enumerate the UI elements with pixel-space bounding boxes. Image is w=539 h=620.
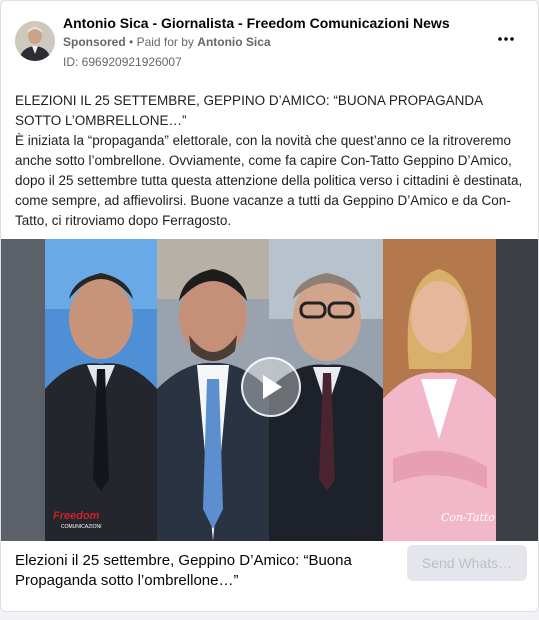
more-options-button[interactable]: [492, 27, 520, 51]
ad-id: ID: 696920921926007: [63, 55, 182, 69]
freedom-watermark-sub: COMUNICAZIONI: [61, 524, 102, 530]
sponsored-label: Sponsored: [63, 35, 126, 49]
contatto-watermark: Con-Tatto: [441, 511, 495, 524]
more-horizontal-icon: [498, 37, 514, 41]
separator: •: [129, 35, 134, 49]
paid-for-name[interactable]: Antonio Sica: [197, 35, 270, 49]
page-name[interactable]: Antonio Sica - Giornalista - Freedom Com…: [63, 15, 450, 31]
sponsor-line: Sponsored • Paid for by Antonio Sica: [63, 35, 271, 49]
paid-for-label: Paid for by: [136, 35, 194, 49]
ad-card: Antonio Sica - Giornalista - Freedom Com…: [0, 0, 539, 612]
play-button[interactable]: [241, 357, 301, 417]
post-text: ELEZIONI IL 25 SETTEMBRE, GEPPINO D’AMIC…: [15, 91, 527, 231]
post-title-line: ELEZIONI IL 25 SETTEMBRE, GEPPINO D’AMIC…: [15, 93, 483, 128]
post-body: È iniziata la “propaganda” elettorale, c…: [15, 133, 523, 228]
avatar[interactable]: [15, 21, 55, 61]
play-icon: [263, 375, 282, 399]
link-footer: Elezioni il 25 settembre, Geppino D’Amic…: [1, 541, 538, 611]
post-header: Antonio Sica - Giornalista - Freedom Com…: [1, 1, 538, 77]
send-whatsapp-button[interactable]: Send Whats…: [407, 545, 527, 581]
freedom-watermark: Freedom: [53, 510, 100, 522]
link-headline[interactable]: Elezioni il 25 settembre, Geppino D’Amic…: [15, 551, 385, 591]
